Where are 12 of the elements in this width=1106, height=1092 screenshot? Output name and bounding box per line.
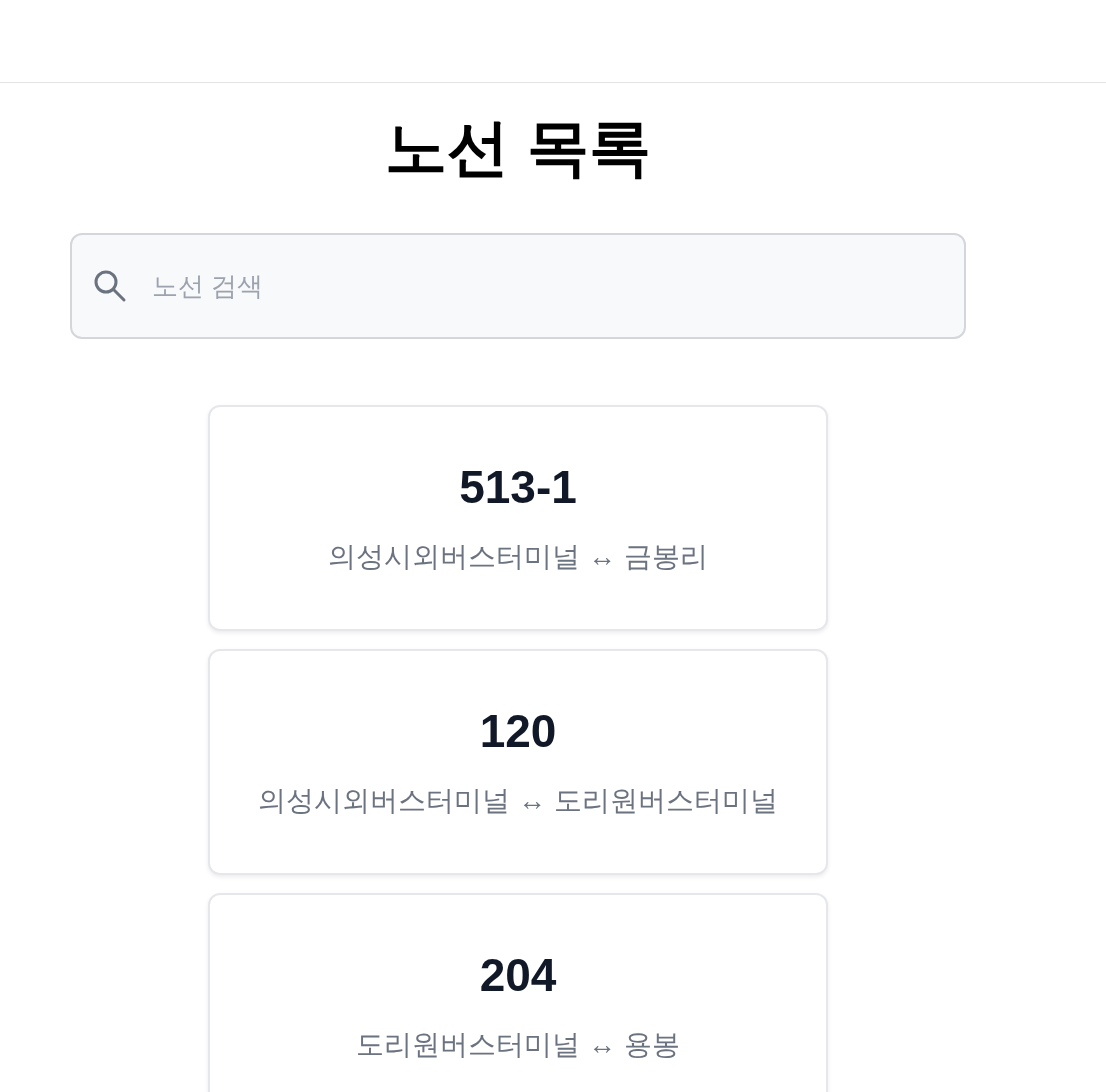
route-number: 120 [479, 703, 557, 758]
route-card[interactable]: 204 도리원버스터미널 ↔ 용봉 [208, 893, 828, 1092]
route-endpoints: 의성시외버스터미널 ↔ 도리원버스터미널 [258, 783, 778, 818]
search-field[interactable]: 노선 검색 [70, 233, 966, 339]
route-endpoints: 도리원버스터미널 ↔ 용봉 [356, 1027, 680, 1062]
search-icon [93, 269, 127, 303]
page-title: 노선 목록 [385, 112, 651, 184]
route-number: 513-1 [459, 459, 577, 514]
route-card[interactable]: 513-1 의성시외버스터미널 ↔ 금봉리 [208, 405, 828, 631]
route-endpoints: 의성시외버스터미널 ↔ 금봉리 [328, 539, 708, 574]
route-card[interactable]: 120 의성시외버스터미널 ↔ 도리원버스터미널 [208, 649, 828, 875]
route-number: 204 [479, 947, 557, 1002]
